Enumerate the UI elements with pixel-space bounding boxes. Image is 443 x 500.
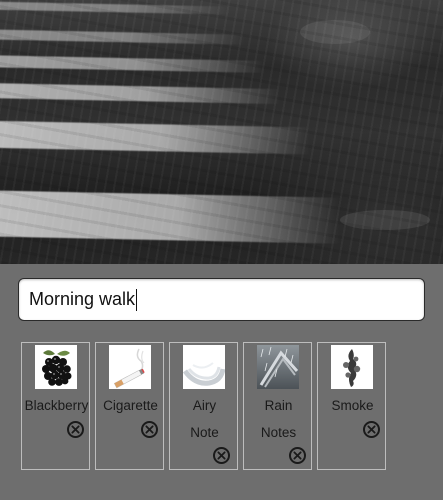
close-icon <box>145 425 154 434</box>
close-icon <box>71 425 80 434</box>
wet-texture <box>0 0 443 264</box>
smoke-icon <box>331 345 373 389</box>
close-icon <box>293 451 302 460</box>
close-icon <box>367 425 376 434</box>
close-icon <box>217 451 226 460</box>
remove-smoke-button[interactable] <box>363 421 380 438</box>
sound-card-label: Rain <box>264 398 293 413</box>
sound-card-cigarette[interactable]: Cigarette <box>95 342 164 470</box>
sound-card-label-line2: Note <box>190 425 219 440</box>
rain-notes-icon <box>257 345 299 389</box>
remove-blackberry-button[interactable] <box>67 421 84 438</box>
sound-card-smoke[interactable]: Smoke <box>317 342 386 470</box>
sound-card-label: Blackberry <box>24 398 89 413</box>
sound-card-label-line2: Notes <box>260 425 297 440</box>
sound-card-label: Smoke <box>331 398 374 413</box>
selected-sounds-list: Blackberry Cigarette Airy Note Rain Note… <box>21 342 425 470</box>
mix-name-input[interactable]: Morning walk <box>18 278 425 321</box>
crosswalk-photo <box>0 0 443 264</box>
remove-airy-note-button[interactable] <box>213 447 230 464</box>
remove-rain-notes-button[interactable] <box>289 447 306 464</box>
sound-card-airy-note[interactable]: Airy Note <box>169 342 238 470</box>
mix-name-value: Morning walk <box>29 289 136 309</box>
sound-card-blackberry[interactable]: Blackberry <box>21 342 90 470</box>
cigarette-icon <box>109 345 151 389</box>
sound-card-label: Airy <box>192 398 217 413</box>
sound-card-label: Cigarette <box>103 398 158 413</box>
airy-note-icon <box>183 345 225 389</box>
text-caret <box>136 288 138 311</box>
sound-card-rain-notes[interactable]: Rain Notes <box>243 342 312 470</box>
remove-cigarette-button[interactable] <box>141 421 158 438</box>
blackberry-icon <box>35 345 77 389</box>
